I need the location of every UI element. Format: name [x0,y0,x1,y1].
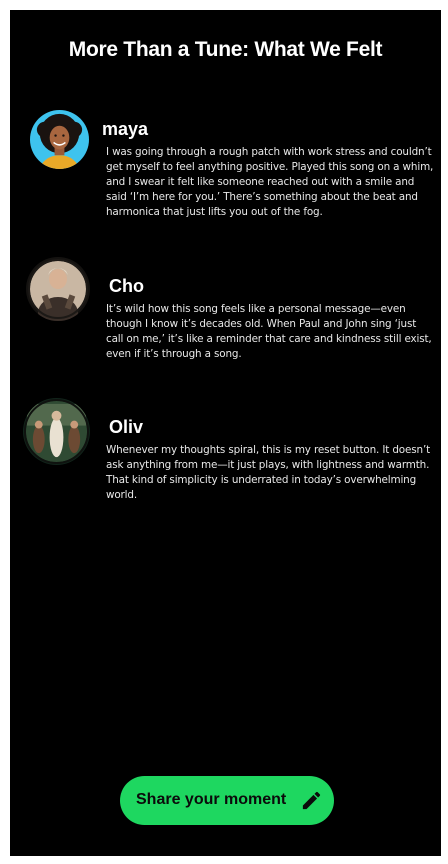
person-photo-avatar-icon [26,257,90,321]
author-name: Oliv [109,417,144,437]
author-name: maya [102,119,149,139]
user-avatar[interactable] [23,398,90,465]
share-moment-button[interactable]: Share your moment [120,776,334,825]
share-button-label: Share your moment [136,791,287,808]
comment-text: I was going through a rough patch with w… [106,146,434,218]
pencil-icon [302,791,321,810]
comment-text: Whenever my thoughts spiral, this is my … [106,444,431,501]
user-avatar[interactable] [30,110,89,169]
woman-portrait-avatar-icon [30,110,89,169]
user-avatar[interactable] [26,257,90,321]
comment-text: It’s wild how this song feels like a per… [106,303,432,360]
author-name: Cho [109,276,144,296]
app-screen: More Than a Tune: What We Felt maya I wa… [10,10,441,856]
group-photo-avatar-icon [23,398,90,465]
page-title: More Than a Tune: What We Felt [68,38,383,61]
